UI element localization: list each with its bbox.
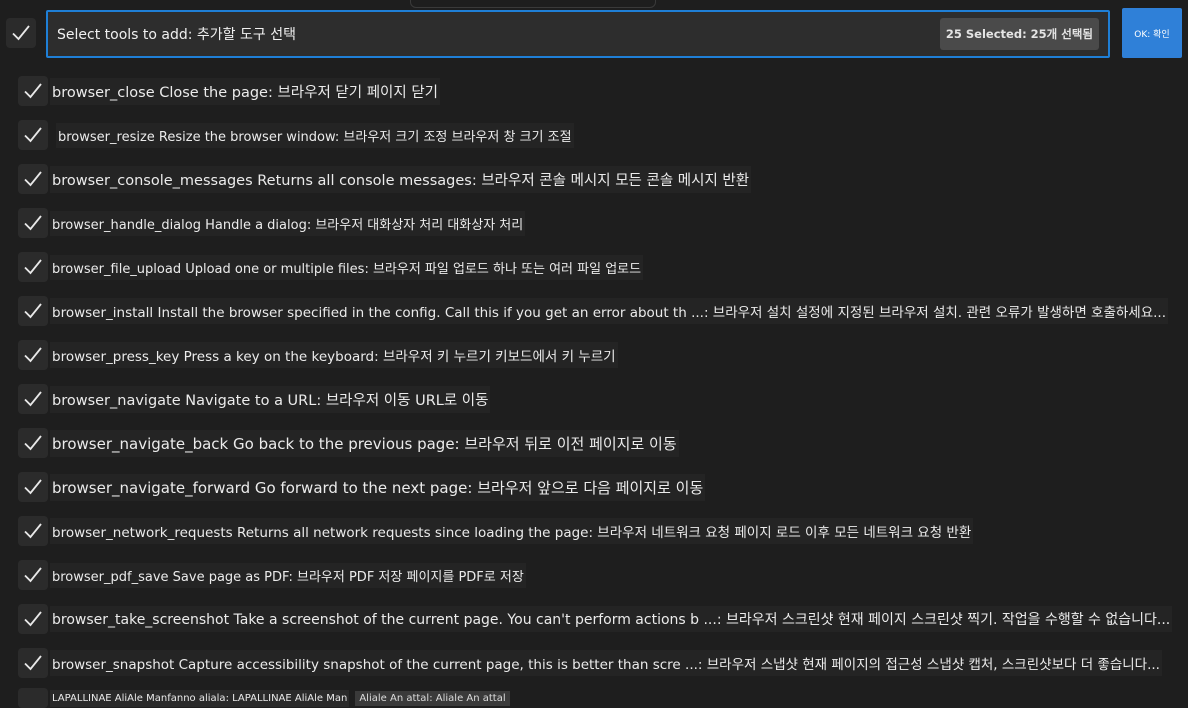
tool-label: browser_install Install the browser spec… bbox=[50, 298, 1169, 324]
tool-label: browser_close Close the page: 브라우저 닫기 페이… bbox=[50, 77, 441, 105]
tool-checkbox[interactable] bbox=[18, 648, 48, 678]
checkmark-icon bbox=[24, 567, 42, 583]
select-all-checkbox[interactable] bbox=[6, 18, 36, 48]
tool-list-item[interactable]: browser_navigate_back Go back to the pre… bbox=[18, 428, 679, 458]
checkmark-icon bbox=[24, 523, 42, 539]
tool-label: browser_pdf_save Save page as PDF: 브라우저 … bbox=[50, 562, 526, 588]
tool-label: browser_navigate_back Go back to the pre… bbox=[50, 429, 679, 457]
tool-list-item[interactable]: browser_navigate_forward Go forward to t… bbox=[18, 472, 706, 502]
tool-list-item[interactable]: browser_navigate Navigate to a URL: 브라우저… bbox=[18, 384, 491, 414]
tool-list-item[interactable]: browser_install Install the browser spec… bbox=[18, 296, 1169, 326]
tool-checkbox[interactable] bbox=[18, 296, 48, 326]
tool-list-item[interactable]: browser_network_requests Returns all net… bbox=[18, 516, 974, 546]
checkmark-icon bbox=[24, 655, 42, 671]
tool-label: browser_file_upload Upload one or multip… bbox=[50, 254, 644, 280]
checkmark-icon bbox=[24, 611, 42, 627]
tool-checkbox[interactable] bbox=[18, 120, 48, 150]
partial-item-label: LAPALLINAE AliAle Manfanno aliala: LAPAL… bbox=[50, 689, 350, 707]
search-box: 25 Selected: 25개 선택됨 bbox=[46, 10, 1110, 58]
checkmark-icon bbox=[24, 303, 42, 319]
tool-label: browser_navigate_forward Go forward to t… bbox=[50, 473, 706, 501]
tool-label: browser_console_messages Returns all con… bbox=[50, 165, 752, 193]
tool-checkbox[interactable] bbox=[18, 604, 48, 634]
checkmark-icon bbox=[24, 83, 42, 99]
checkmark-icon bbox=[24, 435, 42, 451]
checkmark-icon bbox=[24, 259, 42, 275]
partial-list-item[interactable]: LAPALLINAE AliAle Manfanno aliala: LAPAL… bbox=[18, 688, 510, 708]
partial-item-checkbox[interactable] bbox=[18, 688, 48, 708]
tool-checkbox[interactable] bbox=[18, 428, 48, 458]
checkmark-icon bbox=[12, 25, 30, 41]
tool-checkbox[interactable] bbox=[18, 340, 48, 370]
tool-checkbox[interactable] bbox=[18, 516, 48, 546]
checkmark-icon bbox=[24, 215, 42, 231]
tool-label: browser_take_screenshot Take a screensho… bbox=[50, 606, 1173, 632]
tool-list-item[interactable]: browser_pdf_save Save page as PDF: 브라우저 … bbox=[18, 560, 526, 590]
selected-count-badge: 25 Selected: 25개 선택됨 bbox=[939, 18, 1099, 50]
tool-list-item[interactable]: browser_take_screenshot Take a screensho… bbox=[18, 604, 1173, 634]
tool-list-item[interactable]: browser_console_messages Returns all con… bbox=[18, 164, 752, 194]
tool-list-item[interactable]: browser_close Close the page: 브라우저 닫기 페이… bbox=[18, 76, 441, 106]
checkmark-icon bbox=[24, 347, 42, 363]
checkmark-icon bbox=[24, 479, 42, 495]
quick-pick-header: 25 Selected: 25개 선택됨 OK: 확인 bbox=[0, 0, 1188, 66]
tool-checkbox[interactable] bbox=[18, 472, 48, 502]
tool-label: browser_navigate Navigate to a URL: 브라우저… bbox=[50, 385, 491, 413]
tool-label: browser_resize Resize the browser window… bbox=[56, 122, 574, 148]
tool-list-item[interactable]: browser_snapshot Capture accessibility s… bbox=[18, 648, 1162, 678]
checkmark-icon bbox=[24, 391, 42, 407]
tool-checkbox[interactable] bbox=[18, 560, 48, 590]
checkmark-icon bbox=[24, 127, 42, 143]
tool-label: browser_handle_dialog Handle a dialog: 브… bbox=[50, 210, 526, 236]
tool-label: browser_press_key Press a key on the key… bbox=[50, 342, 618, 368]
tool-list-item[interactable]: browser_press_key Press a key on the key… bbox=[18, 340, 618, 370]
tool-list-item[interactable]: browser_resize Resize the browser window… bbox=[18, 120, 574, 150]
tool-list-item[interactable]: browser_handle_dialog Handle a dialog: 브… bbox=[18, 208, 526, 238]
tool-label: browser_snapshot Capture accessibility s… bbox=[50, 650, 1162, 676]
tool-checkbox[interactable] bbox=[18, 164, 48, 194]
tool-checkbox[interactable] bbox=[18, 208, 48, 238]
tool-checkbox[interactable] bbox=[18, 252, 48, 282]
tool-checkbox[interactable] bbox=[18, 384, 48, 414]
tool-label: browser_network_requests Returns all net… bbox=[50, 518, 974, 544]
partial-item-extra: Aliale An attal: Aliale An attal bbox=[355, 690, 510, 706]
ok-button[interactable]: OK: 확인 bbox=[1122, 8, 1182, 58]
checkmark-icon bbox=[24, 171, 42, 187]
tool-checkbox[interactable] bbox=[18, 76, 48, 106]
tool-list-item[interactable]: browser_file_upload Upload one or multip… bbox=[18, 252, 644, 282]
